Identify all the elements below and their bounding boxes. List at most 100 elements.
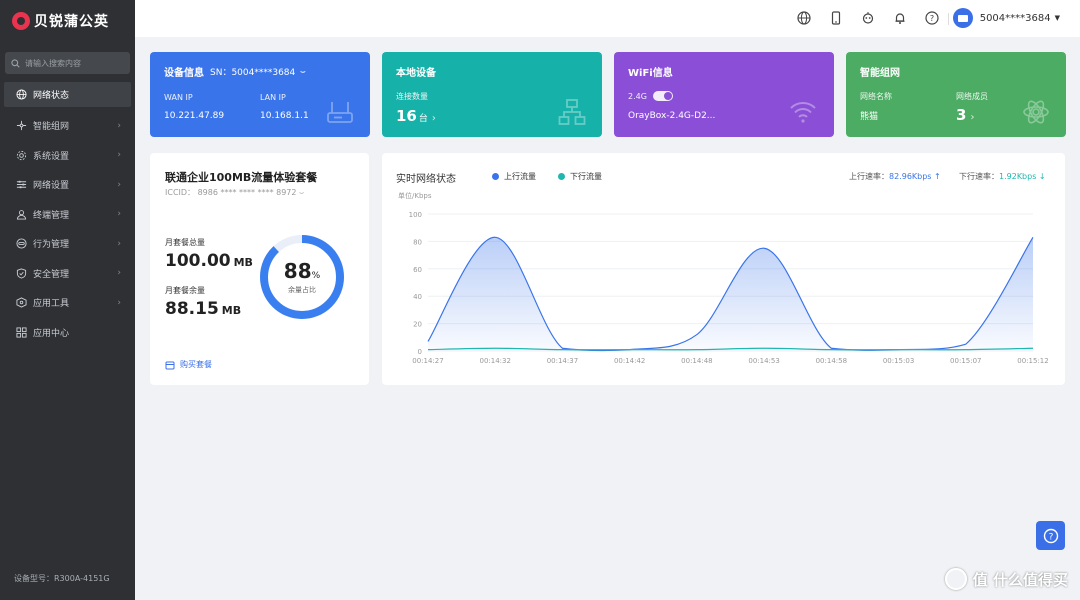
mobile-icon[interactable] bbox=[828, 10, 844, 26]
network-name-value: 熊猫 bbox=[860, 112, 879, 122]
brand-logo[interactable]: 贝锐蒲公英 bbox=[0, 0, 135, 42]
card-title: 智能组网 bbox=[860, 68, 900, 79]
watermark: 值 什么值得买 bbox=[944, 568, 1068, 590]
sidebar-item-4[interactable]: 网络设置 › bbox=[0, 170, 135, 200]
y-tick-label: 20 bbox=[413, 321, 422, 329]
gear-icon bbox=[16, 150, 30, 161]
x-tick-label: 00:14:48 bbox=[681, 357, 712, 365]
sidebar-item-6[interactable]: 行为管理 › bbox=[0, 229, 135, 259]
divider bbox=[948, 13, 949, 25]
lan-label: LAN IP bbox=[260, 93, 286, 102]
cart-icon bbox=[165, 361, 175, 369]
search-icon bbox=[11, 58, 20, 68]
caret-down-icon: ▼ bbox=[1054, 14, 1060, 22]
link-icon bbox=[16, 238, 30, 249]
sidebar-item-label: 系统设置 bbox=[33, 151, 70, 162]
chevron-right-icon: › bbox=[117, 120, 121, 131]
svg-text:?: ? bbox=[1048, 532, 1053, 542]
chevron-right-icon: › bbox=[117, 179, 121, 190]
help-icon[interactable]: ? bbox=[924, 10, 940, 26]
wifi-toggle[interactable] bbox=[652, 91, 673, 101]
remaining-label: 月套餐余量 bbox=[165, 286, 205, 295]
shield-icon bbox=[16, 268, 30, 279]
brand-name: 贝锐蒲公英 bbox=[34, 14, 109, 30]
floating-help-button[interactable]: ? bbox=[1036, 521, 1065, 550]
sidebar-item-label: 应用工具 bbox=[33, 299, 70, 310]
wan-label: WAN IP bbox=[164, 93, 193, 102]
sidebar-item-label: 终端管理 bbox=[33, 210, 70, 221]
y-tick-label: 0 bbox=[418, 348, 422, 356]
box-icon bbox=[16, 297, 30, 308]
x-tick-label: 00:14:58 bbox=[816, 357, 847, 365]
members-value: 3 bbox=[956, 106, 967, 124]
y-tick-label: 80 bbox=[413, 238, 422, 246]
network-name-label: 网络名称 bbox=[860, 92, 892, 101]
x-tick-label: 00:15:03 bbox=[883, 357, 914, 365]
buy-plan-label: 购买套餐 bbox=[180, 360, 212, 369]
search-placeholder: 请输入搜索内容 bbox=[25, 58, 81, 68]
chevron-right-icon: › bbox=[970, 112, 975, 123]
traffic-chart: 单位/Kbps 0 20 40 60 80 100 00:14:27 00:14:32 00:14… bbox=[398, 191, 1049, 365]
top-bar: ? 5004****3684 ▼ bbox=[135, 0, 1080, 37]
remaining-value: 88.15 bbox=[165, 299, 219, 319]
x-tick-label: 00:14:32 bbox=[479, 357, 510, 365]
user-icon bbox=[16, 209, 30, 220]
wifi-ssid: OrayBox-2.4G-D2... bbox=[628, 111, 716, 121]
connections-label: 连接数量 bbox=[396, 92, 428, 101]
plan-title: 联通企业100MB流量体验套餐 bbox=[165, 171, 318, 184]
buy-plan-link[interactable]: 购买套餐 bbox=[165, 359, 212, 370]
sidebar-item-1[interactable]: 网络状态 bbox=[4, 82, 131, 107]
card-title: 本地设备 bbox=[396, 68, 436, 79]
user-menu[interactable]: 5004****3684 ▼ bbox=[952, 8, 1060, 28]
network-topology-icon bbox=[558, 99, 586, 125]
members-label: 网络成员 bbox=[956, 92, 988, 101]
robot-icon[interactable] bbox=[860, 10, 876, 26]
eye-icon[interactable]: ⌣ bbox=[300, 67, 305, 77]
x-tick-label: 00:14:53 bbox=[748, 357, 779, 365]
x-tick-label: 00:15:07 bbox=[950, 357, 981, 365]
sidebar-item-8[interactable]: 应用工具 › bbox=[0, 288, 135, 318]
sidebar-item-9[interactable]: 应用中心 bbox=[0, 318, 135, 348]
chevron-right-icon: › bbox=[117, 268, 121, 279]
chevron-right-icon: › bbox=[117, 209, 121, 220]
sidebar-item-2[interactable]: 智能组网 › bbox=[0, 111, 135, 141]
bell-icon[interactable] bbox=[892, 10, 908, 26]
upload-area bbox=[428, 237, 1033, 351]
eye-icon[interactable]: ⌣ bbox=[299, 188, 304, 197]
device-info-card[interactable]: 设备信息 SN：5004****3684 ⌣ WAN IP 10.221.47.89… bbox=[150, 52, 370, 137]
help-icon: ? bbox=[1043, 528, 1058, 543]
local-devices-card[interactable]: 本地设备 连接数量 16 台 › bbox=[382, 52, 602, 137]
wifi-band: 2.4G bbox=[628, 91, 647, 101]
globe-icon[interactable] bbox=[796, 10, 812, 26]
wifi-info-card[interactable]: WiFi信息 2.4G OrayBox-2.4G-D2... bbox=[614, 52, 834, 137]
wifi-icon bbox=[790, 102, 816, 123]
sidebar-item-label: 智能组网 bbox=[33, 122, 70, 133]
sidebar-item-7[interactable]: 安全管理 › bbox=[0, 259, 135, 289]
card-title: WiFi信息 bbox=[628, 68, 673, 79]
smart-network-card[interactable]: 智能组网 网络名称 熊猫 网络成员 3 › bbox=[846, 52, 1066, 137]
mesh-icon bbox=[16, 120, 30, 131]
sidebar-item-label: 安全管理 bbox=[33, 269, 70, 280]
sidebar: 贝锐蒲公英 请输入搜索内容 网络状态 智能组网 › 系统设置 › 网络设置 › 终端管理 › 行为… bbox=[0, 0, 135, 600]
svg-text:?: ? bbox=[930, 14, 934, 23]
total-label: 月套餐总量 bbox=[165, 238, 205, 247]
x-tick-label: 00:14:42 bbox=[614, 357, 645, 365]
percent-unit: % bbox=[311, 271, 321, 281]
wan-value: 10.221.47.89 bbox=[164, 111, 225, 121]
atom-icon bbox=[1023, 100, 1049, 124]
remaining-percent-label: 余量占比 bbox=[288, 286, 316, 294]
remaining-percent: 88 bbox=[283, 259, 312, 283]
sliders-icon bbox=[16, 179, 30, 190]
sidebar-item-label: 网络设置 bbox=[33, 181, 70, 192]
device-model: 设备型号：R300A-4151G bbox=[14, 574, 110, 583]
x-tick-label: 00:14:37 bbox=[547, 357, 578, 365]
sidebar-search-input[interactable]: 请输入搜索内容 bbox=[5, 52, 130, 74]
y-tick-label: 100 bbox=[409, 211, 422, 219]
realtime-network-card: 实时网络状态 上行流量 下行流量 上行速率：82.96Kbps ↑ 下行速率：1… bbox=[382, 153, 1065, 385]
sidebar-item-label: 应用中心 bbox=[33, 328, 70, 339]
sidebar-item-5[interactable]: 终端管理 › bbox=[0, 200, 135, 230]
sidebar-item-3[interactable]: 系统设置 › bbox=[0, 141, 135, 171]
connections-unit: 台 bbox=[418, 114, 428, 124]
logo-icon bbox=[12, 12, 30, 30]
card-title: 设备信息 bbox=[164, 68, 204, 79]
